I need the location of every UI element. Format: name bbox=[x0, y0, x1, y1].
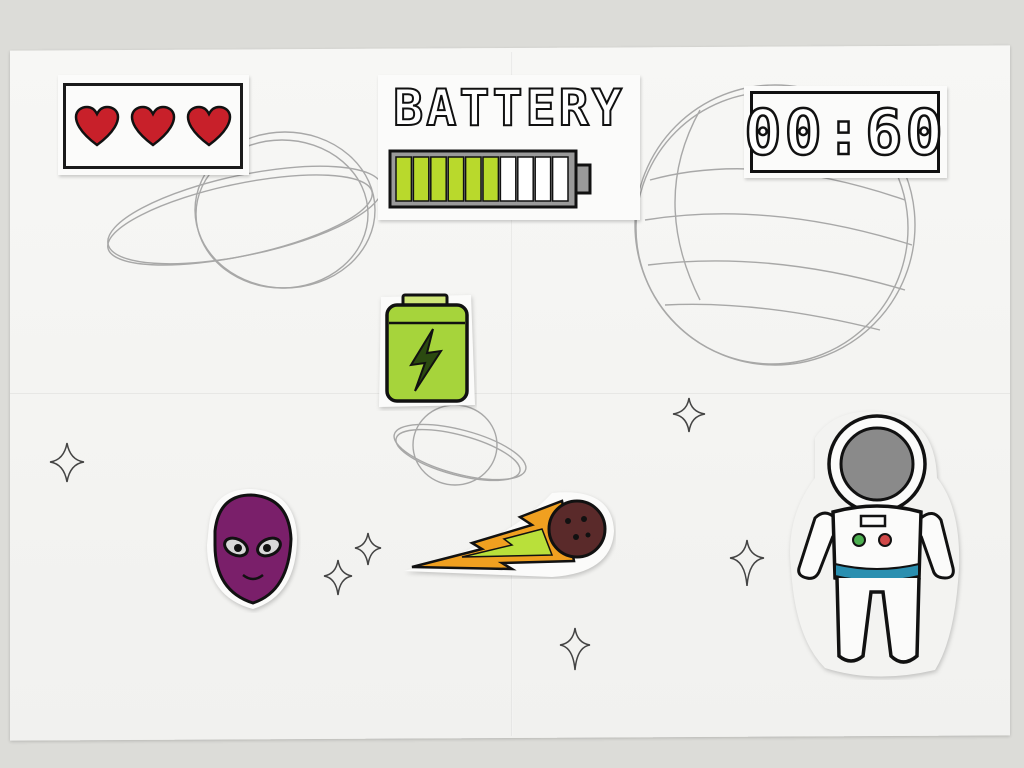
battery-panel: BATTERY bbox=[378, 75, 640, 220]
battery-segment bbox=[447, 156, 465, 202]
battery-meter bbox=[388, 149, 592, 209]
paper-fold-horizontal bbox=[10, 393, 1010, 394]
battery-title: BATTERY bbox=[392, 78, 625, 138]
battery-segment bbox=[551, 156, 569, 202]
battery-segment bbox=[412, 156, 430, 202]
heart-icon bbox=[130, 105, 176, 147]
battery-bolt-icon[interactable] bbox=[375, 287, 477, 411]
timer-value: 00:60 bbox=[743, 94, 946, 170]
fireball-icon[interactable] bbox=[402, 487, 616, 579]
battery-terminal bbox=[574, 163, 592, 195]
heart-icon bbox=[186, 105, 232, 147]
hearts-container bbox=[63, 83, 243, 169]
battery-segment bbox=[464, 156, 482, 202]
battery-segment bbox=[499, 156, 517, 202]
astronaut-icon[interactable] bbox=[785, 408, 965, 680]
lives-panel bbox=[58, 75, 249, 175]
battery-segment bbox=[482, 156, 500, 202]
alien-head-icon[interactable] bbox=[203, 485, 301, 613]
battery-segment bbox=[395, 156, 413, 202]
heart-icon bbox=[74, 105, 120, 147]
timer-display: 00:60 bbox=[743, 91, 944, 173]
battery-segment bbox=[517, 156, 534, 202]
timer-panel: 00:60 bbox=[743, 86, 947, 178]
battery-segment bbox=[534, 156, 552, 202]
battery-segment bbox=[430, 156, 447, 202]
